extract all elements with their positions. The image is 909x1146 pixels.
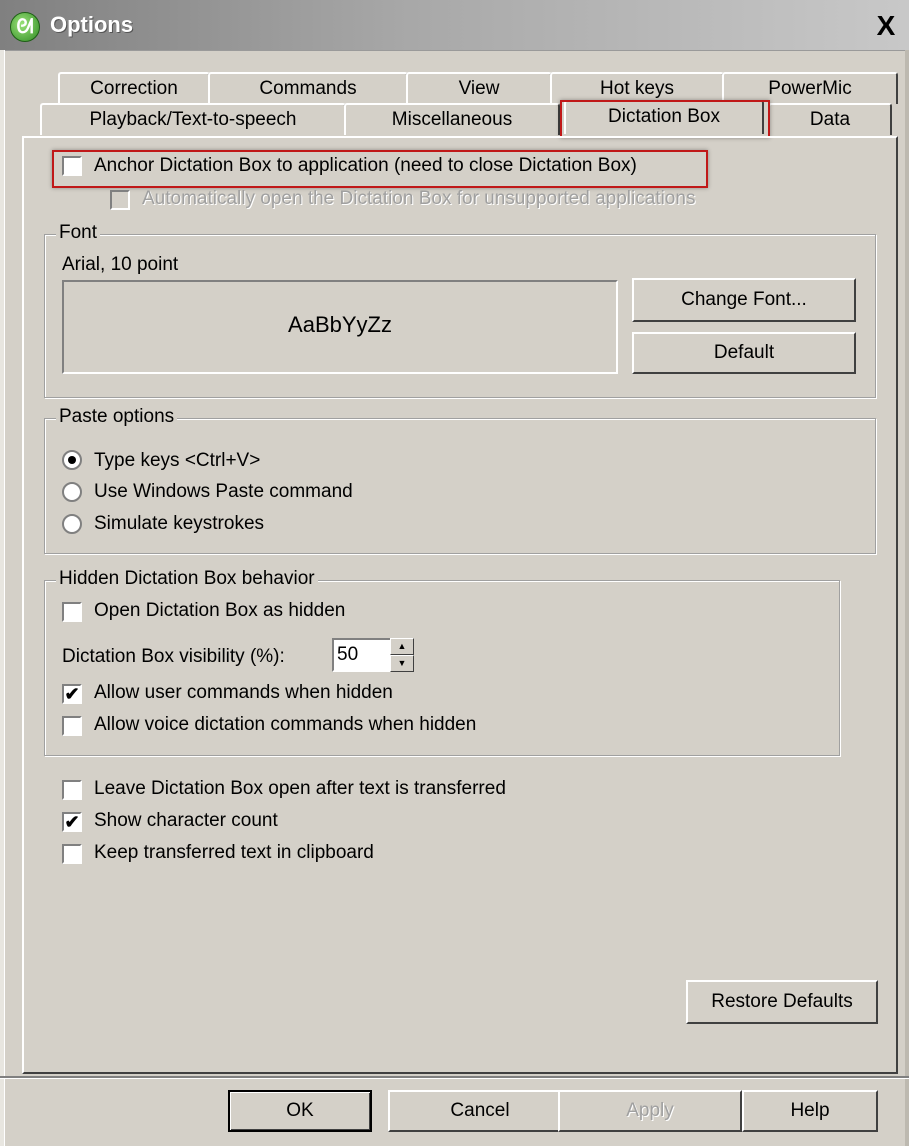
visibility-input[interactable]: 50 bbox=[332, 638, 392, 672]
anchor-label: Anchor Dictation Box to application (nee… bbox=[94, 155, 637, 176]
paste-radio-windows-paste[interactable] bbox=[62, 482, 82, 502]
visibility-label: Dictation Box visibility (%): bbox=[62, 646, 285, 667]
help-button[interactable]: Help bbox=[742, 1090, 878, 1132]
close-button[interactable]: X bbox=[870, 11, 902, 41]
tab-correction[interactable]: Correction bbox=[58, 72, 210, 104]
font-group-title: Font bbox=[56, 222, 101, 244]
leave-open-checkbox[interactable] bbox=[62, 780, 82, 800]
spin-up-button[interactable]: ▲ bbox=[390, 638, 414, 655]
auto-open-label: Automatically open the Dictation Box for… bbox=[142, 188, 696, 209]
window-right-border bbox=[905, 50, 909, 1146]
paste-label-type-keys: Type keys <Ctrl+V> bbox=[94, 450, 261, 471]
hidden-behavior-title: Hidden Dictation Box behavior bbox=[56, 568, 318, 590]
keep-clipboard-checkbox[interactable] bbox=[62, 844, 82, 864]
open-hidden-label: Open Dictation Box as hidden bbox=[94, 600, 346, 621]
paste-options-title: Paste options bbox=[56, 406, 178, 428]
tab-commands[interactable]: Commands bbox=[208, 72, 408, 104]
font-preview-text: AaBbYyZz bbox=[288, 312, 392, 337]
leave-open-label: Leave Dictation Box open after text is t… bbox=[94, 778, 506, 799]
auto-open-checkbox[interactable] bbox=[110, 190, 130, 210]
window-left-border bbox=[0, 50, 5, 1146]
voice-commands-label: Allow voice dictation commands when hidd… bbox=[94, 714, 477, 735]
ok-button[interactable]: OK bbox=[228, 1090, 372, 1132]
anchor-checkbox[interactable] bbox=[62, 156, 82, 176]
dragon-icon: ᘛ bbox=[10, 12, 40, 42]
paste-radio-type-keys[interactable] bbox=[62, 450, 82, 470]
open-hidden-checkbox[interactable] bbox=[62, 602, 82, 622]
char-count-label: Show character count bbox=[94, 810, 278, 831]
user-commands-checkbox[interactable]: ✔ bbox=[62, 684, 82, 704]
voice-commands-checkbox[interactable] bbox=[62, 716, 82, 736]
font-name: Arial, 10 point bbox=[62, 254, 179, 275]
default-font-button[interactable]: Default bbox=[632, 332, 856, 374]
spin-down-button[interactable]: ▼ bbox=[390, 655, 414, 672]
radio-selected-dot bbox=[68, 456, 76, 464]
tab-miscellaneous[interactable]: Miscellaneous bbox=[344, 103, 560, 135]
tab-view[interactable]: View bbox=[406, 72, 552, 104]
font-preview-box: AaBbYyZz bbox=[62, 280, 618, 374]
char-count-checkbox[interactable]: ✔ bbox=[62, 812, 82, 832]
apply-button[interactable]: Apply bbox=[558, 1090, 742, 1132]
tab-data[interactable]: Data bbox=[768, 103, 892, 135]
dialog-divider bbox=[0, 1076, 909, 1079]
paste-radio-simulate-keystrokes[interactable] bbox=[62, 514, 82, 534]
window-title: Options bbox=[50, 12, 134, 37]
restore-defaults-button[interactable]: Restore Defaults bbox=[686, 980, 878, 1024]
paste-label-windows-paste: Use Windows Paste command bbox=[94, 481, 353, 502]
tab-highlight-box bbox=[560, 100, 770, 138]
change-font-button[interactable]: Change Font... bbox=[632, 278, 856, 322]
user-commands-label: Allow user commands when hidden bbox=[94, 682, 393, 703]
cancel-button[interactable]: Cancel bbox=[388, 1090, 572, 1132]
tab-playback-text-to-speech[interactable]: Playback/Text-to-speech bbox=[40, 103, 346, 135]
title-bar bbox=[0, 0, 909, 51]
keep-clipboard-label: Keep transferred text in clipboard bbox=[94, 842, 374, 863]
paste-label-simulate-keystrokes: Simulate keystrokes bbox=[94, 513, 265, 534]
